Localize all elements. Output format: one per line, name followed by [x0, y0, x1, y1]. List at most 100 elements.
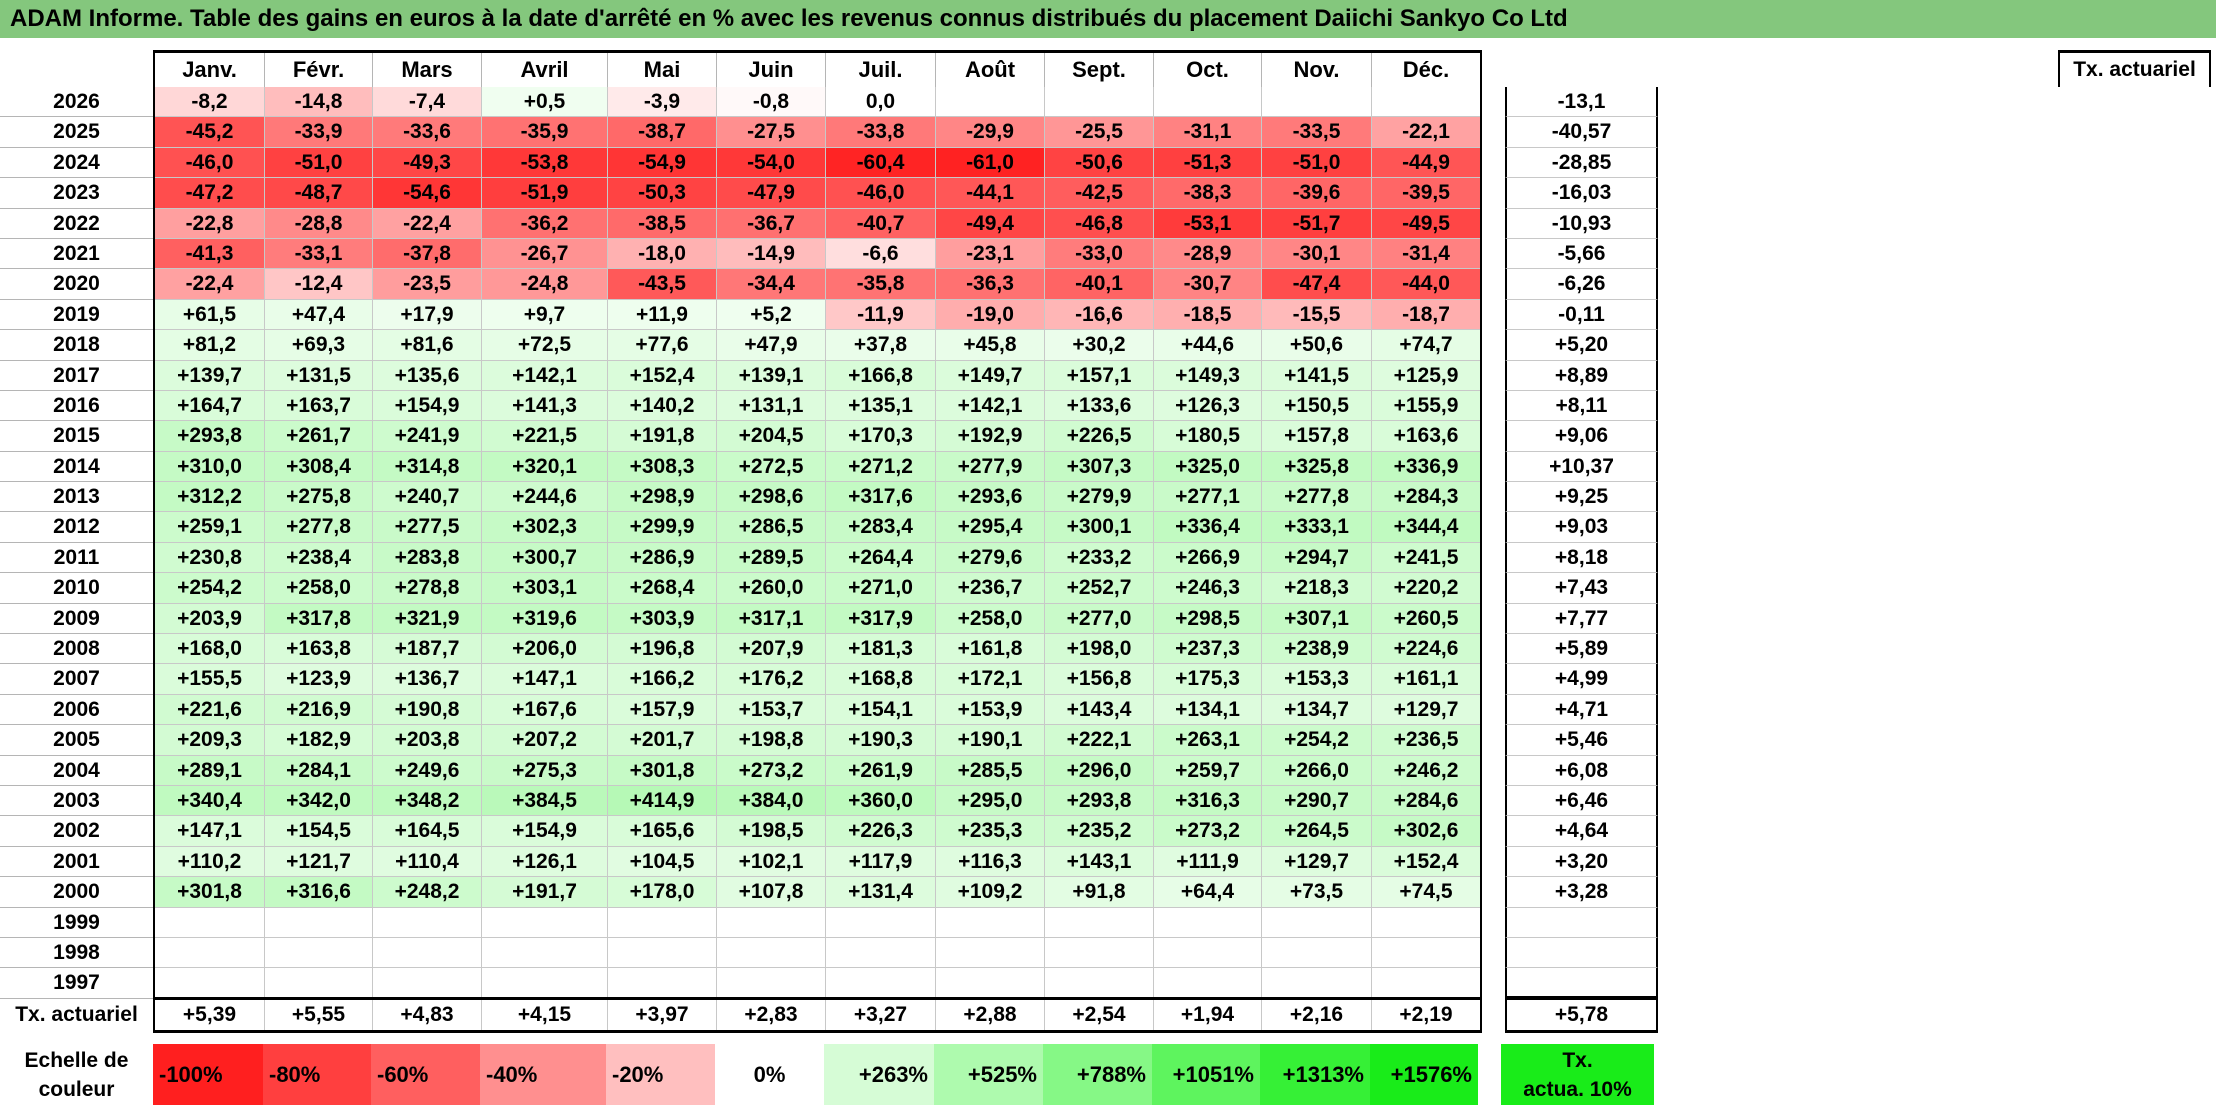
gain-cell: +301,8	[155, 877, 265, 908]
gain-cell	[1154, 937, 1262, 969]
gain-cell: -47,4	[1262, 269, 1372, 300]
gain-cell: +236,7	[936, 573, 1045, 604]
gain-cell: -19,0	[936, 299, 1045, 331]
footer-tx-cell: +5,78	[1505, 997, 1658, 1033]
legend-swatch: -20%	[606, 1044, 715, 1105]
legend-tx-swatch: Tx. actua. 10%	[1501, 1044, 1654, 1105]
gain-cell: +414,9	[608, 785, 717, 817]
gain-cell: +77,6	[608, 330, 717, 361]
tx-actuariel-cell: +5,46	[1505, 725, 1658, 756]
gain-cell: +317,8	[265, 603, 373, 635]
gain-cell	[936, 87, 1045, 118]
tx-actuariel-cell: +7,43	[1505, 573, 1658, 604]
footer-label: Tx. actuariel	[15, 1003, 138, 1026]
gain-cell: +308,4	[265, 451, 373, 483]
gain-cell: +187,7	[373, 634, 482, 665]
gain-cell: +143,1	[1045, 846, 1154, 878]
gain-cell: +236,5	[1372, 725, 1480, 756]
gain-cell: -50,3	[608, 178, 717, 209]
gain-cell: +235,2	[1045, 816, 1154, 847]
gain-cell: -33,1	[265, 238, 373, 270]
gain-cell: -14,8	[265, 87, 373, 118]
gain-cell	[717, 937, 826, 969]
table-row: 2023 -47,2 -48,7 -54,6 -51,9 -50,3 -47,9 -46,0-…	[0, 178, 1658, 209]
gain-cell: -30,7	[1154, 269, 1262, 300]
tx-actuariel-cell: +8,18	[1505, 542, 1658, 574]
gain-cell: +178,0	[608, 877, 717, 908]
gain-cell: +384,5	[482, 785, 608, 817]
table-row: 2012 +259,1 +277,8 +277,5 +302,3 +299,9 +286,5…	[0, 512, 1658, 543]
year-label: 2002	[0, 816, 153, 847]
gain-cell: +307,3	[1045, 451, 1154, 483]
gain-cell: +141,3	[482, 390, 608, 422]
gain-cell	[482, 968, 608, 999]
gain-cell: +176,2	[717, 664, 826, 695]
gain-cell: +277,8	[265, 512, 373, 543]
gain-cell: +147,1	[482, 664, 608, 695]
gain-cell	[373, 937, 482, 969]
gain-cell: +110,4	[373, 846, 482, 878]
gain-cell: +317,1	[717, 603, 826, 635]
month-header: Nov.	[1262, 53, 1372, 87]
tx-actuariel-cell	[1505, 907, 1658, 938]
gain-cell: +248,2	[373, 877, 482, 908]
tx-actuariel-cell	[1505, 937, 1658, 969]
tx-actuariel-cell: +10,37	[1505, 451, 1658, 483]
gain-cell: +273,2	[717, 755, 826, 786]
gain-cell: +134,1	[1154, 694, 1262, 726]
tx-actuariel-cell: +8,11	[1505, 390, 1658, 422]
page-title: ADAM Informe. Table des gains en euros à…	[0, 0, 2216, 38]
table-row: 2016 +164,7 +163,7 +154,9 +141,3 +140,2 +131,1…	[0, 390, 1658, 422]
gain-cell: +246,3	[1154, 573, 1262, 604]
gain-cell: -18,7	[1372, 299, 1480, 331]
gain-cell: +271,0	[826, 573, 936, 604]
gain-cell: -51,3	[1154, 147, 1262, 179]
gain-cell: +181,3	[826, 634, 936, 665]
year-label: 2011	[0, 543, 153, 574]
gain-cell: +5,2	[717, 299, 826, 331]
gain-cell: +149,7	[936, 360, 1045, 391]
gain-cell: -22,4	[373, 208, 482, 239]
tx-actuariel-cell: -16,03	[1505, 178, 1658, 209]
gain-cell: +235,3	[936, 816, 1045, 847]
gain-cell	[265, 937, 373, 969]
year-label: 2010	[0, 573, 153, 604]
gain-cell: +168,0	[155, 634, 265, 665]
gain-cell: +74,7	[1372, 330, 1480, 361]
gain-cell: +284,1	[265, 755, 373, 786]
legend-label: Echelle de couleur	[0, 1044, 153, 1105]
gain-cell: +156,8	[1045, 664, 1154, 695]
gain-cell: -51,7	[1262, 208, 1372, 239]
gain-cell: +126,3	[1154, 390, 1262, 422]
table-row: 2011 +230,8 +238,4 +283,8 +300,7 +286,9 +289,5…	[0, 542, 1658, 574]
gain-cell: +254,2	[155, 573, 265, 604]
gain-cell: +74,5	[1372, 877, 1480, 908]
gain-cell: +155,9	[1372, 390, 1480, 422]
year-label: 2007	[0, 664, 153, 695]
gain-cell: +191,8	[608, 421, 717, 452]
gain-cell: +110,2	[155, 846, 265, 878]
gain-cell: +135,6	[373, 360, 482, 391]
gain-cell: -31,4	[1372, 238, 1480, 270]
year-label: 2013	[0, 482, 153, 513]
gain-cell: -16,6	[1045, 299, 1154, 331]
gain-cell: +340,4	[155, 785, 265, 817]
year-label: 2018	[0, 330, 153, 361]
year-label: 2004	[0, 756, 153, 786]
gain-cell: +283,4	[826, 512, 936, 543]
gain-cell	[1262, 937, 1372, 969]
gain-cell: +317,6	[826, 482, 936, 513]
tx-actuariel-cell: +9,03	[1505, 512, 1658, 543]
gain-cell: +153,3	[1262, 664, 1372, 695]
gain-cell: +277,1	[1154, 482, 1262, 513]
gain-cell: +259,7	[1154, 755, 1262, 786]
gain-cell: +157,8	[1262, 421, 1372, 452]
year-label: 2005	[0, 725, 153, 756]
gain-cell: +117,9	[826, 846, 936, 878]
gain-cell: +37,8	[826, 330, 936, 361]
month-header: Déc.	[1402, 57, 1450, 82]
footer-tx-value: +1,94	[1154, 1000, 1262, 1030]
year-label: 2006	[0, 695, 153, 726]
gain-cell: -40,7	[826, 208, 936, 239]
gain-cell: +220,2	[1372, 573, 1480, 604]
